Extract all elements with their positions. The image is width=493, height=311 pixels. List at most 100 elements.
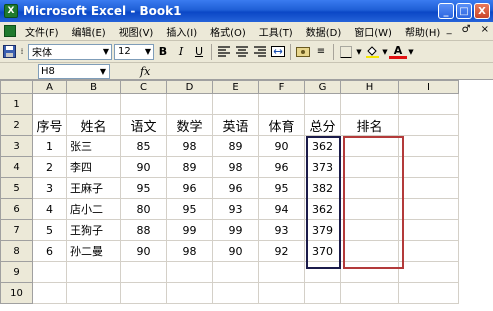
cell-g6[interactable]: 362 xyxy=(304,198,341,220)
cell-i1[interactable] xyxy=(398,93,459,115)
row-header-7[interactable]: 7 xyxy=(0,219,33,241)
doc-minimize-button[interactable]: _ xyxy=(447,24,452,35)
row-header-3[interactable]: 3 xyxy=(0,135,33,157)
cell-h5[interactable] xyxy=(340,177,399,199)
menu-view[interactable]: 视图(V) xyxy=(113,24,161,39)
cell-i2[interactable] xyxy=(398,114,459,136)
cell-e8[interactable]: 90 xyxy=(212,240,259,262)
fill-color-icon[interactable] xyxy=(363,43,381,61)
cell-d1[interactable] xyxy=(166,93,213,115)
cell-a2[interactable]: 序号 xyxy=(32,114,67,136)
cell-c2[interactable]: 语文 xyxy=(120,114,167,136)
column-header-b[interactable]: B xyxy=(66,80,121,94)
cell-a7[interactable]: 5 xyxy=(32,219,67,241)
cell-c7[interactable]: 88 xyxy=(120,219,167,241)
cell-a6[interactable]: 4 xyxy=(32,198,67,220)
cell-c5[interactable]: 95 xyxy=(120,177,167,199)
font-size-dropdown[interactable]: 12 ▼ xyxy=(114,43,154,60)
cell-b1[interactable] xyxy=(66,93,121,115)
column-header-e[interactable]: E xyxy=(212,80,259,94)
cell-g3[interactable]: 362 xyxy=(304,135,341,157)
cell-h10[interactable] xyxy=(340,282,399,304)
italic-button[interactable]: I xyxy=(172,43,190,61)
cell-i7[interactable] xyxy=(398,219,459,241)
cell-d8[interactable]: 98 xyxy=(166,240,213,262)
chevron-down-icon[interactable]: ▼ xyxy=(407,43,415,61)
minimize-button[interactable]: _ xyxy=(438,3,454,19)
font-color-button[interactable]: A xyxy=(389,44,407,59)
column-header-c[interactable]: C xyxy=(120,80,167,94)
name-box[interactable]: H8 ▼ xyxy=(38,63,110,79)
column-header-a[interactable]: A xyxy=(32,80,67,94)
cell-f6[interactable]: 94 xyxy=(258,198,305,220)
menu-tools[interactable]: 工具(T) xyxy=(253,24,300,39)
menu-data[interactable]: 数据(D) xyxy=(300,24,349,39)
cell-d3[interactable]: 98 xyxy=(166,135,213,157)
decrease-indent-icon[interactable]: ≡ xyxy=(312,43,330,61)
cell-f2[interactable]: 体育 xyxy=(258,114,305,136)
cell-e10[interactable] xyxy=(212,282,259,304)
cell-d10[interactable] xyxy=(166,282,213,304)
cell-i5[interactable] xyxy=(398,177,459,199)
menu-format[interactable]: 格式(O) xyxy=(204,24,253,39)
cell-f4[interactable]: 96 xyxy=(258,156,305,178)
bold-button[interactable]: B xyxy=(154,43,172,61)
cell-g9[interactable] xyxy=(304,261,341,283)
cell-c6[interactable]: 80 xyxy=(120,198,167,220)
row-header-1[interactable]: 1 xyxy=(0,93,33,115)
cell-d2[interactable]: 数学 xyxy=(166,114,213,136)
cell-b4[interactable]: 李四 xyxy=(66,156,121,178)
align-left-icon[interactable] xyxy=(215,43,233,61)
borders-icon[interactable] xyxy=(337,43,355,61)
cell-f7[interactable]: 93 xyxy=(258,219,305,241)
cell-e6[interactable]: 93 xyxy=(212,198,259,220)
cell-b10[interactable] xyxy=(66,282,121,304)
cell-f8[interactable]: 92 xyxy=(258,240,305,262)
cell-g8[interactable]: 370 xyxy=(304,240,341,262)
cell-h4[interactable] xyxy=(340,156,399,178)
cell-i8[interactable] xyxy=(398,240,459,262)
cell-b6[interactable]: 店小二 xyxy=(66,198,121,220)
cell-d9[interactable] xyxy=(166,261,213,283)
insert-function-icon[interactable]: fx xyxy=(140,65,150,78)
cell-h1[interactable] xyxy=(340,93,399,115)
cell-h3[interactable] xyxy=(340,135,399,157)
cell-f3[interactable]: 90 xyxy=(258,135,305,157)
column-header-h[interactable]: H xyxy=(340,80,399,94)
cell-b2[interactable]: 姓名 xyxy=(66,114,121,136)
menu-file[interactable]: 文件(F) xyxy=(19,24,66,39)
cell-i9[interactable] xyxy=(398,261,459,283)
cell-e7[interactable]: 99 xyxy=(212,219,259,241)
cell-c9[interactable] xyxy=(120,261,167,283)
cell-h8[interactable] xyxy=(340,240,399,262)
cell-h9[interactable] xyxy=(340,261,399,283)
cell-g4[interactable]: 373 xyxy=(304,156,341,178)
cell-a5[interactable]: 3 xyxy=(32,177,67,199)
cell-h6[interactable] xyxy=(340,198,399,220)
column-header-i[interactable]: I xyxy=(398,80,459,94)
select-all-corner[interactable] xyxy=(0,80,33,94)
column-header-d[interactable]: D xyxy=(166,80,213,94)
cell-f1[interactable] xyxy=(258,93,305,115)
cell-g2[interactable]: 总分 xyxy=(304,114,341,136)
cell-f10[interactable] xyxy=(258,282,305,304)
row-header-5[interactable]: 5 xyxy=(0,177,33,199)
maximize-button[interactable]: □ xyxy=(456,3,472,19)
cell-e9[interactable] xyxy=(212,261,259,283)
cell-i4[interactable] xyxy=(398,156,459,178)
cell-e1[interactable] xyxy=(212,93,259,115)
cell-g5[interactable]: 382 xyxy=(304,177,341,199)
cell-e5[interactable]: 96 xyxy=(212,177,259,199)
excel-app-icon[interactable]: X xyxy=(4,4,18,18)
cell-d5[interactable]: 96 xyxy=(166,177,213,199)
cell-b3[interactable]: 张三 xyxy=(66,135,121,157)
menu-insert[interactable]: 插入(I) xyxy=(160,24,204,39)
doc-close-button[interactable]: × xyxy=(481,24,489,35)
column-header-g[interactable]: G xyxy=(304,80,341,94)
cell-e3[interactable]: 89 xyxy=(212,135,259,157)
row-header-8[interactable]: 8 xyxy=(0,240,33,262)
currency-style-icon[interactable] xyxy=(294,43,312,61)
column-header-f[interactable]: F xyxy=(258,80,305,94)
cell-a9[interactable] xyxy=(32,261,67,283)
close-button[interactable]: X xyxy=(474,3,490,19)
